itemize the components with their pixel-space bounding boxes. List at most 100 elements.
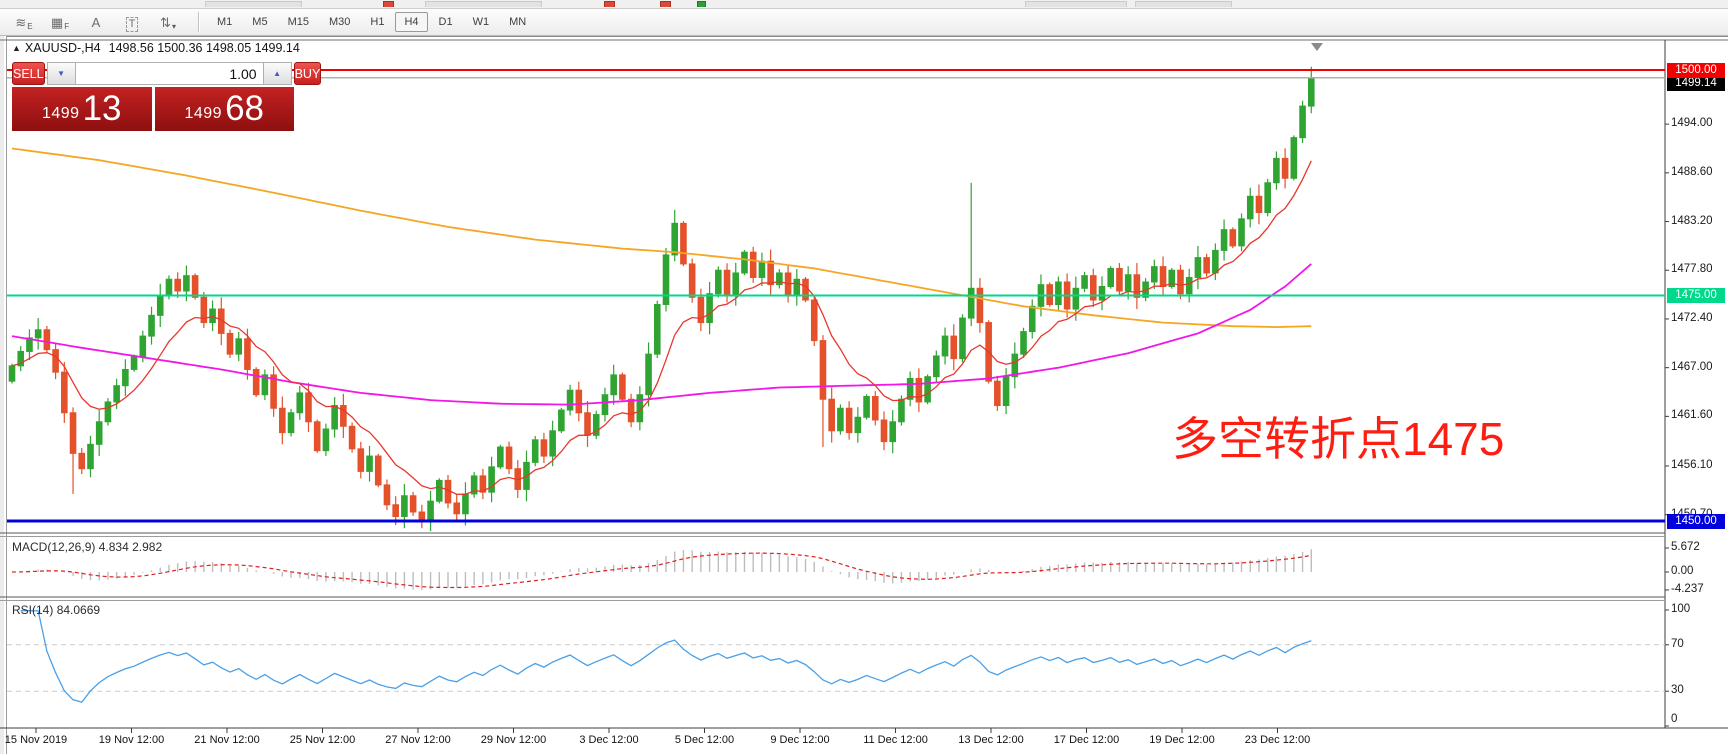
price-tick-label: 1488.60: [1671, 166, 1713, 178]
candle-body: [157, 296, 163, 316]
candle-body: [184, 276, 190, 291]
candle-body: [689, 264, 695, 297]
candle-body: [323, 429, 329, 451]
price-level-tag-1475.00: 1475.00: [1667, 288, 1725, 303]
price-level-tag-1500.00: 1500.00: [1667, 63, 1725, 78]
candle-body: [288, 413, 294, 433]
time-label: 29 Nov 12:00: [466, 734, 562, 746]
candle-body: [532, 440, 538, 463]
macd-axis-label: -4.237: [1671, 583, 1704, 595]
candle-body: [628, 399, 634, 422]
time-label: 13 Dec 12:00: [943, 734, 1039, 746]
sell-button[interactable]: SELL: [12, 62, 45, 85]
candle-body: [1213, 250, 1219, 273]
candle-body: [620, 375, 626, 399]
candle-body: [1300, 106, 1306, 138]
rsi-indicator-label: RSI(14) 84.0669: [12, 603, 100, 617]
candle-body: [1186, 277, 1192, 293]
volume-increase-button[interactable]: ▲: [263, 62, 292, 85]
candle-body: [210, 309, 216, 323]
candle-body: [1178, 270, 1184, 293]
time-label: 17 Dec 12:00: [1039, 734, 1135, 746]
volume-decrease-button[interactable]: ▼: [47, 62, 76, 85]
candle-body: [733, 273, 739, 296]
candle-body: [768, 261, 774, 284]
candle-body: [428, 501, 434, 521]
candle-body: [131, 357, 137, 370]
candle-body: [934, 356, 940, 377]
candle-body: [576, 390, 582, 413]
candle-body: [402, 496, 408, 517]
volume-stepper: ▼ ▲: [47, 62, 292, 85]
candle-body: [175, 279, 181, 291]
price-level-tag-1450.00: 1450.00: [1667, 514, 1725, 529]
candle-body: [1204, 258, 1210, 273]
price-tick-label: 1477.80: [1671, 263, 1713, 275]
time-label: 3 Dec 12:00: [561, 734, 657, 746]
sell-price-display[interactable]: 1499 13: [12, 87, 152, 131]
time-label: 19 Nov 12:00: [84, 734, 180, 746]
candle-body: [498, 447, 504, 467]
time-label: 27 Nov 12:00: [370, 734, 466, 746]
candle-body: [1117, 268, 1123, 291]
candle-body: [506, 447, 512, 469]
candle-body: [454, 503, 460, 514]
buy-price-major: 1499: [184, 105, 222, 123]
candle-body: [367, 456, 373, 471]
candle-body: [890, 422, 896, 442]
chart-text-annotation[interactable]: 多空转折点1475: [1172, 403, 1504, 469]
candle-body: [942, 336, 948, 356]
time-label: 25 Nov 12:00: [275, 734, 371, 746]
volume-input[interactable]: [76, 62, 263, 85]
candle-body: [855, 417, 861, 432]
candle-body: [79, 453, 85, 468]
candle-body: [646, 354, 652, 395]
buy-price-display[interactable]: 1499 68: [155, 87, 295, 131]
candle-body: [44, 330, 50, 350]
time-label: 19 Dec 12:00: [1134, 734, 1230, 746]
macd-signal-line: [12, 553, 1311, 587]
macd-indicator-label: MACD(12,26,9) 4.834 2.982: [12, 540, 162, 554]
chart-ohlc-values: 1498.56 1500.36 1498.05 1499.14: [109, 41, 300, 55]
candle-body: [559, 410, 565, 431]
candle-body: [681, 223, 687, 264]
macd-axis-label: 5.672: [1671, 541, 1700, 553]
candle-body: [62, 372, 68, 413]
time-label: 23 Dec 12:00: [1230, 734, 1326, 746]
time-label: 21 Nov 12:00: [179, 734, 275, 746]
candle-body: [35, 330, 41, 338]
candle-body: [995, 381, 1001, 405]
candle-body: [794, 279, 800, 295]
candle-body: [192, 276, 198, 298]
candle-body: [70, 413, 76, 454]
candle-body: [977, 288, 983, 322]
candle-body: [332, 406, 338, 429]
macd-axis-label: 0.00: [1671, 565, 1693, 577]
candle-body: [663, 255, 669, 305]
time-label: 15 Nov 2019: [0, 734, 84, 746]
candle-body: [864, 397, 870, 418]
one-click-trading-panel: SELL ▼ ▲ BUY 1499 13 1499 68: [12, 62, 294, 131]
candle-body: [716, 270, 722, 293]
candle-body: [872, 397, 878, 420]
buy-button[interactable]: BUY: [294, 62, 322, 85]
candle-body: [707, 294, 713, 323]
candle-body: [1221, 230, 1227, 251]
candle-body: [114, 386, 120, 402]
candle-body: [436, 480, 442, 501]
candle-body: [1256, 196, 1262, 212]
candle-body: [803, 279, 809, 300]
symbol-collapse-icon[interactable]: ▲: [12, 43, 21, 53]
candle-body: [899, 399, 905, 422]
candle-body: [602, 395, 608, 415]
candle-body: [384, 485, 390, 505]
candle-body: [829, 399, 835, 431]
candle-body: [1073, 288, 1079, 309]
candle-body: [166, 279, 172, 295]
candle-body: [1082, 276, 1088, 289]
rsi-value: 84.0669: [57, 603, 100, 617]
candle-body: [358, 449, 364, 472]
candle-body: [227, 333, 233, 354]
candle-body: [916, 378, 922, 401]
candle-body: [742, 252, 748, 273]
